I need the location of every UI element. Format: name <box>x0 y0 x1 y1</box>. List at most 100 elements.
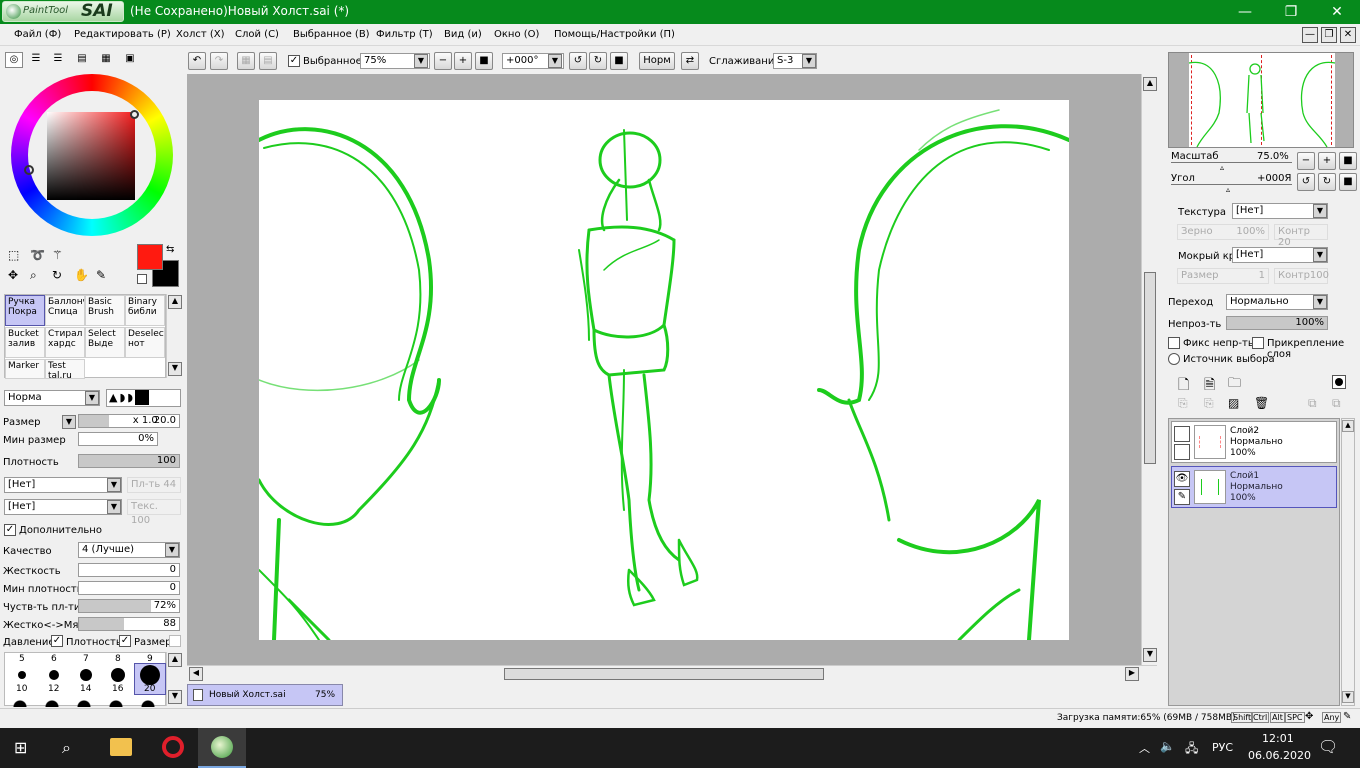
tool-deselect[interactable]: Deselect нот <box>125 327 165 358</box>
texture-density-field[interactable]: Текс. 100 <box>127 499 181 526</box>
mdi-minimize-button[interactable]: — <box>1302 27 1318 43</box>
scroll-down-icon[interactable]: ▼ <box>1342 691 1354 703</box>
menu-filter[interactable]: Фильтр (Т) <box>376 29 433 40</box>
clock-time[interactable]: 12:01 <box>1262 732 1294 745</box>
scratchpad-tab-icon[interactable]: ▣ <box>121 52 139 68</box>
file-explorer-icon[interactable] <box>110 738 132 756</box>
rgb-slider-tab-icon[interactable]: ☰ <box>27 52 45 68</box>
hardness-slider[interactable]: 0 <box>78 563 180 577</box>
magic-wand-icon[interactable]: ⚚ <box>52 248 68 264</box>
navigator-preview[interactable] <box>1168 52 1354 148</box>
transparent-color-icon[interactable] <box>137 274 147 284</box>
tool-airbrush[interactable]: Баллонч Спица <box>45 295 85 326</box>
selection-source-radio[interactable] <box>1168 353 1180 365</box>
flip-icon[interactable]: ⇄ <box>681 52 699 70</box>
menu-help[interactable]: Помощь/Настройки (П) <box>554 29 675 40</box>
brush-size-dot[interactable] <box>18 671 26 679</box>
zoom-reset-icon[interactable]: ■ <box>475 52 493 70</box>
eye-icon[interactable]: 👁 <box>1174 471 1190 487</box>
primary-color-swatch[interactable] <box>137 244 163 270</box>
new-linework-layer-icon[interactable]: 🗎 <box>1204 374 1215 398</box>
nav-zoom-out-icon[interactable]: − <box>1297 152 1315 170</box>
layers-list[interactable]: Слой2 Нормально 100% 👁 ✎ Слой1 Нормально… <box>1168 418 1340 706</box>
chevron-down-icon[interactable]: ▼ <box>548 54 562 68</box>
chevron-down-icon[interactable]: ▼ <box>802 54 816 68</box>
nav-rotate-reset-icon[interactable]: ■ <box>1339 173 1357 191</box>
tool-eraser[interactable]: Стирал хардс <box>45 327 85 358</box>
chevron-down-icon[interactable]: ▼ <box>107 478 121 492</box>
new-folder-icon[interactable]: 🗀 <box>1228 374 1241 396</box>
visibility-toggle[interactable] <box>1174 426 1190 442</box>
color-wheel[interactable] <box>11 74 173 236</box>
tool-pen[interactable]: Ручка Покра <box>5 295 45 326</box>
search-icon[interactable]: ⌕ <box>62 738 71 758</box>
hand-icon[interactable]: ✋ <box>74 268 90 284</box>
pressure-size-checkbox[interactable]: ✓ <box>119 635 131 647</box>
layers-scrollbar[interactable]: ▲ ▼ <box>1341 418 1355 706</box>
layer-row[interactable]: Слой2 Нормально 100% <box>1171 421 1337 463</box>
swap-colors-icon[interactable]: ⇆ <box>166 244 174 255</box>
mixer-tab-icon[interactable]: ▤ <box>73 52 91 68</box>
brush-size-dot[interactable] <box>80 669 92 681</box>
pressure-extra-checkbox[interactable] <box>169 635 181 647</box>
menu-view[interactable]: Вид (и) <box>444 29 482 40</box>
minimize-button[interactable]: — <box>1222 0 1268 24</box>
sensitivity-slider[interactable]: 72% <box>78 599 180 613</box>
chevron-down-icon[interactable]: ▼ <box>85 391 99 405</box>
color-wheel-tab-icon[interactable]: ◎ <box>5 52 23 68</box>
tool-marker[interactable]: Marker <box>5 359 45 379</box>
brush-size-dot[interactable] <box>111 668 125 682</box>
scroll-down-icon[interactable]: ▼ <box>1143 648 1157 662</box>
undo-icon[interactable]: ↶ <box>188 52 206 70</box>
layer-opacity-slider[interactable]: 100% <box>1226 316 1328 330</box>
volume-icon[interactable]: 🔈 <box>1160 739 1175 753</box>
clipping-checkbox[interactable] <box>1252 337 1264 349</box>
tool-grid-scrollbar[interactable]: ▲ ▼ <box>166 294 182 378</box>
tool-basic-brush[interactable]: Basic Brush <box>85 295 125 326</box>
eyedropper-icon[interactable]: ✎ <box>96 268 112 284</box>
maximize-button[interactable]: ❐ <box>1268 0 1314 24</box>
painttool-sai-taskbar-button[interactable] <box>198 728 246 768</box>
angle-slider-track[interactable] <box>1171 184 1292 185</box>
tool-select[interactable]: Select Выде <box>85 327 125 358</box>
brush-icon[interactable]: ✎ <box>1174 489 1190 505</box>
language-indicator[interactable]: РУС <box>1212 741 1233 754</box>
document-tab[interactable]: Новый Холст.sai 75% <box>187 684 343 706</box>
softness-slider[interactable]: 88 <box>78 617 180 631</box>
delete-layer-icon[interactable]: 🗑 <box>1254 396 1269 410</box>
min-size-slider[interactable]: 0% <box>78 432 158 446</box>
scroll-down-icon[interactable]: ▼ <box>168 690 182 704</box>
menu-edit[interactable]: Редактировать (Р) <box>74 29 171 40</box>
zoom-out-icon[interactable]: − <box>434 52 452 70</box>
new-layer-icon[interactable]: 🗋 <box>1178 374 1189 398</box>
menu-window[interactable]: Окно (О) <box>494 29 539 40</box>
canvas-horizontal-scrollbar[interactable]: ◀ ▶ <box>187 665 1157 681</box>
chevron-down-icon[interactable]: ▼ <box>107 500 121 514</box>
deselect-icon[interactable]: ▦ <box>237 52 255 70</box>
mdi-restore-button[interactable]: ❐ <box>1321 27 1337 43</box>
network-icon[interactable]: 🖧 <box>1185 739 1198 760</box>
scroll-up-icon[interactable]: ▲ <box>1342 420 1354 432</box>
windows-start-icon[interactable]: ⊞ <box>14 739 32 757</box>
zoom-icon[interactable]: ⌕ <box>30 268 46 284</box>
chevron-down-icon[interactable]: ▼ <box>62 415 76 429</box>
scroll-up-icon[interactable]: ▲ <box>168 653 182 667</box>
menu-layer[interactable]: Слой (С) <box>235 29 279 40</box>
saturation-value-square[interactable] <box>47 112 135 200</box>
wet-contrast-field[interactable]: Контр100 <box>1274 268 1329 284</box>
canvas-vertical-scrollbar[interactable]: ▲ ▼ <box>1141 74 1157 665</box>
rotate-right-icon[interactable]: ↻ <box>589 52 607 70</box>
scroll-right-icon[interactable]: ▶ <box>1125 667 1139 681</box>
swatches-tab-icon[interactable]: ▦ <box>97 52 115 68</box>
tool-binary[interactable]: Binary библи <box>125 295 165 326</box>
brush-texture-dropdown[interactable]: [Нет] <box>4 499 122 515</box>
brush-size-dot-row[interactable] <box>12 699 162 707</box>
edit-toggle[interactable] <box>1174 444 1190 460</box>
rotate-reset-icon[interactable]: ■ <box>610 52 628 70</box>
hsv-slider-tab-icon[interactable]: ☰ <box>49 52 67 68</box>
opera-icon[interactable] <box>162 736 184 758</box>
title-bar[interactable]: PaintTool SAI (Не Сохранено)Новый Холст.… <box>0 0 1360 24</box>
brush-size-scrollbar[interactable]: ▲ ▼ <box>166 652 182 706</box>
scroll-up-icon[interactable]: ▲ <box>168 295 182 309</box>
show-hidden-icons-icon[interactable]: ︿ <box>1139 740 1150 756</box>
